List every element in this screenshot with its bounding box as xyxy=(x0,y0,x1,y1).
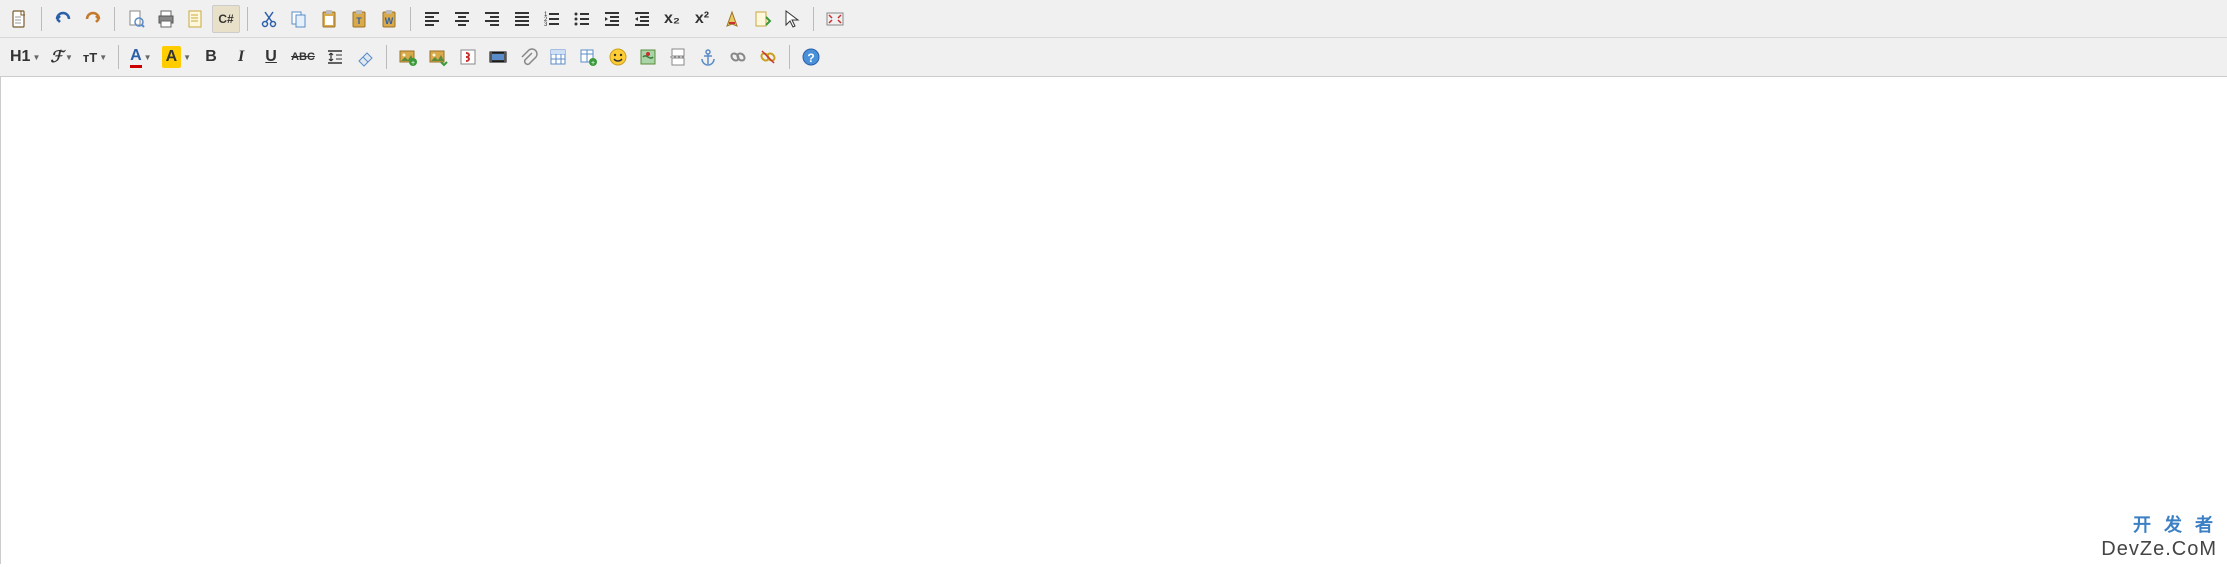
orderedlist-button[interactable]: 123 xyxy=(538,5,566,33)
separator xyxy=(386,45,387,69)
heading-dropdown[interactable]: H1▼ xyxy=(6,43,44,71)
multiimage-button[interactable] xyxy=(424,43,452,71)
backcolor-label: A xyxy=(162,46,182,68)
chevron-down-icon: ▼ xyxy=(183,53,191,62)
fontcolor-dropdown[interactable]: A▼ xyxy=(126,43,155,71)
tableedit-button[interactable]: + xyxy=(574,43,602,71)
redo-button[interactable] xyxy=(79,5,107,33)
separator xyxy=(813,7,814,31)
print-button[interactable] xyxy=(152,5,180,33)
svg-text:3: 3 xyxy=(544,22,548,28)
source-button[interactable] xyxy=(6,5,34,33)
eraser-button[interactable] xyxy=(351,43,379,71)
link-button[interactable] xyxy=(724,43,752,71)
chevron-down-icon: ▼ xyxy=(65,53,73,62)
codesyntax-label: C# xyxy=(218,12,233,26)
underline-button[interactable]: U xyxy=(257,43,285,71)
pastetext-button[interactable]: T xyxy=(345,5,373,33)
insertimage-button[interactable]: + xyxy=(394,43,422,71)
chevron-down-icon: ▼ xyxy=(144,53,152,62)
superscript-label: x² xyxy=(695,10,709,28)
removeformat-button[interactable] xyxy=(718,5,746,33)
unlink-button[interactable] xyxy=(754,43,782,71)
map-button[interactable] xyxy=(634,43,662,71)
pagebreak-button[interactable] xyxy=(664,43,692,71)
outdent-button[interactable] xyxy=(628,5,656,33)
fontcolor-label: A xyxy=(130,47,142,68)
lineheight-button[interactable] xyxy=(321,43,349,71)
superscript-button[interactable]: x² xyxy=(688,5,716,33)
selectall-button[interactable] xyxy=(778,5,806,33)
watermark-cn: 开 发 者 xyxy=(2133,511,2217,537)
svg-text:+: + xyxy=(591,60,595,67)
italic-label: I xyxy=(238,48,244,66)
template-button[interactable] xyxy=(182,5,210,33)
alignright-button[interactable] xyxy=(478,5,506,33)
fontsize-dropdown[interactable]: тT▼ xyxy=(79,43,111,71)
svg-text:+: + xyxy=(411,60,415,67)
paste-button[interactable] xyxy=(315,5,343,33)
fontfamily-label: ℱ xyxy=(50,47,63,67)
bold-label: B xyxy=(205,48,217,66)
italic-button[interactable]: I xyxy=(227,43,255,71)
emoticon-button[interactable] xyxy=(604,43,632,71)
indent-button[interactable] xyxy=(598,5,626,33)
fontsize-label: тT xyxy=(83,50,97,65)
heading-label: H1 xyxy=(10,48,30,66)
fullscreen-button[interactable] xyxy=(821,5,849,33)
media-button[interactable] xyxy=(484,43,512,71)
svg-text:W: W xyxy=(385,16,394,26)
subscript-label: x₂ xyxy=(664,10,680,28)
chevron-down-icon: ▼ xyxy=(99,53,107,62)
strikethrough-label: ABC xyxy=(291,51,315,63)
undo-button[interactable] xyxy=(49,5,77,33)
about-button[interactable]: ? xyxy=(797,43,825,71)
separator xyxy=(118,45,119,69)
justify-button[interactable] xyxy=(508,5,536,33)
separator xyxy=(410,7,411,31)
cut-button[interactable] xyxy=(255,5,283,33)
chevron-down-icon: ▼ xyxy=(32,53,40,62)
editor-content-area[interactable] xyxy=(0,77,2227,564)
editor-toolbar: C# T W 123 xyxy=(0,0,2227,77)
toolbar-row-2: H1▼ ℱ▼ тT▼ A▼ A▼ B I U ABC xyxy=(0,38,2227,76)
aligncenter-button[interactable] xyxy=(448,5,476,33)
svg-text:T: T xyxy=(356,16,362,26)
attachment-button[interactable] xyxy=(514,43,542,71)
copy-button[interactable] xyxy=(285,5,313,33)
underline-label: U xyxy=(265,48,277,66)
separator xyxy=(114,7,115,31)
svg-text:?: ? xyxy=(807,51,814,65)
separator xyxy=(789,45,790,69)
formatmatch-button[interactable] xyxy=(748,5,776,33)
toolbar-row-1: C# T W 123 xyxy=(0,0,2227,38)
backcolor-dropdown[interactable]: A▼ xyxy=(158,43,195,71)
unorderedlist-button[interactable] xyxy=(568,5,596,33)
watermark-brand: DevZe.CoM xyxy=(2101,538,2217,561)
flash-button[interactable] xyxy=(454,43,482,71)
table-button[interactable] xyxy=(544,43,572,71)
pasteword-button[interactable]: W xyxy=(375,5,403,33)
fontfamily-dropdown[interactable]: ℱ▼ xyxy=(46,43,77,71)
anchor-button[interactable] xyxy=(694,43,722,71)
alignleft-button[interactable] xyxy=(418,5,446,33)
codesyntax-button[interactable]: C# xyxy=(212,5,240,33)
separator xyxy=(41,7,42,31)
subscript-button[interactable]: x₂ xyxy=(658,5,686,33)
preview-button[interactable] xyxy=(122,5,150,33)
strikethrough-button[interactable]: ABC xyxy=(287,43,319,71)
separator xyxy=(247,7,248,31)
bold-button[interactable]: B xyxy=(197,43,225,71)
